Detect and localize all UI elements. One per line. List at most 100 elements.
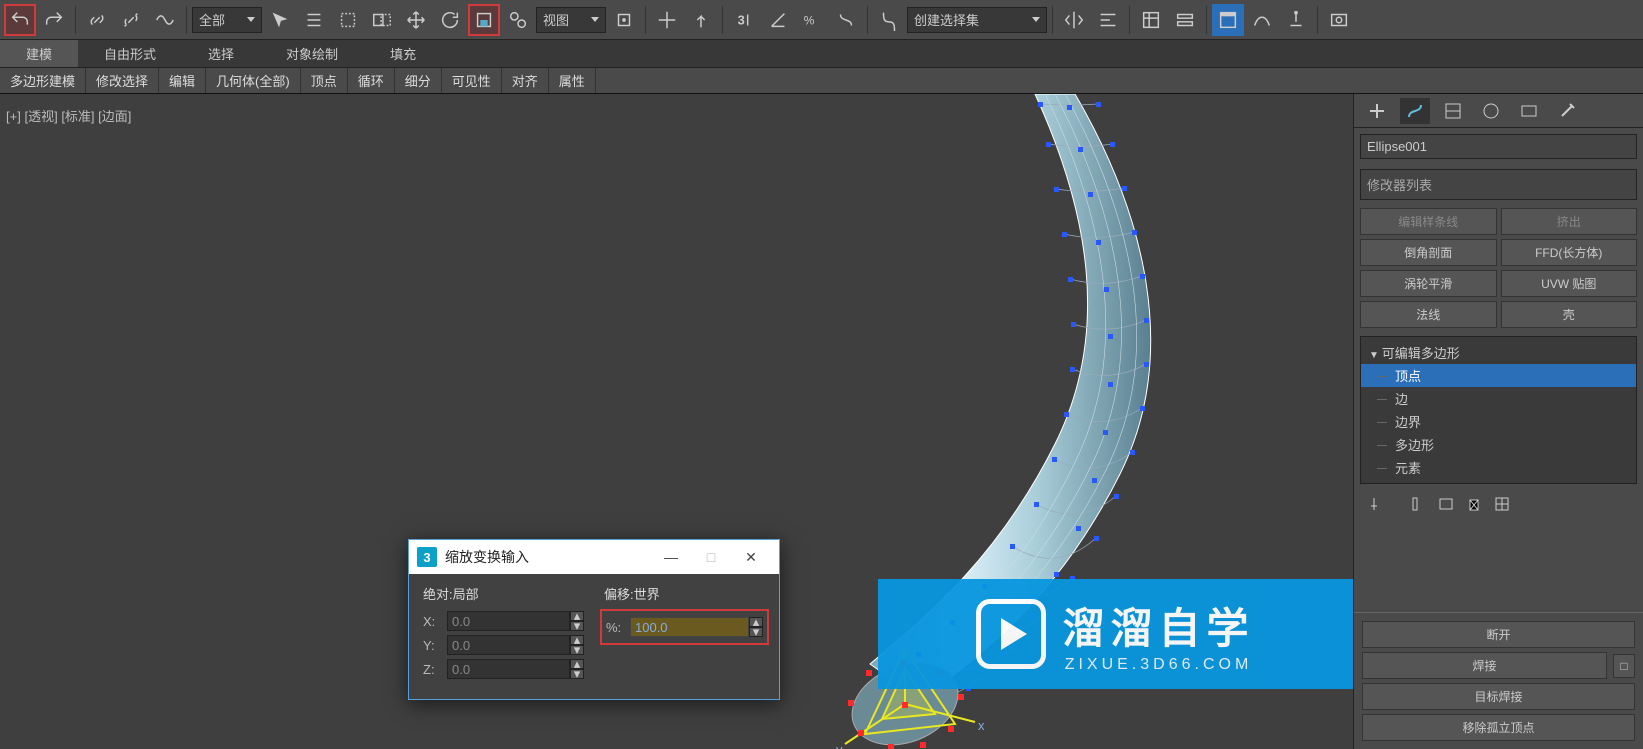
undo-button[interactable] [4,4,36,36]
percent-snap-icon[interactable]: % [796,4,828,36]
abs-z-value[interactable]: 0.0 [447,659,570,679]
rect-region-icon[interactable] [332,4,364,36]
modbtn-ffd-box[interactable]: FFD(长方体) [1501,239,1638,266]
stack-subobj-element[interactable]: 元素 [1361,456,1636,479]
object-name-field[interactable]: Ellipse001 [1360,134,1637,159]
mirror-icon[interactable] [1058,4,1090,36]
tab-motion-icon[interactable] [1476,98,1506,124]
angle-snap-icon[interactable] [762,4,794,36]
stack-toolbar [1354,488,1643,520]
make-unique-icon[interactable] [1436,494,1456,514]
weld-button[interactable]: 焊接 [1362,652,1607,679]
stack-subobj-polygon[interactable]: 多边形 [1361,433,1636,456]
bind-space-warp-icon[interactable] [149,4,181,36]
ribbon-sub-geomall[interactable]: 几何体(全部) [206,68,301,93]
ribbon-sub-polymodel[interactable]: 多边形建模 [0,68,86,93]
unlink-icon[interactable] [115,4,147,36]
command-panel: Ellipse001 修改器列表 编辑样条线 挤出 倒角剖面 FFD(长方体) … [1353,94,1643,749]
refcoord-dropdown[interactable]: 视图 [536,7,606,33]
tab-utilities-icon[interactable] [1552,98,1582,124]
select-object-icon[interactable] [264,4,296,36]
dialog-close-button[interactable]: ✕ [731,542,771,572]
axis-x-label: x [978,718,985,733]
keyboard-shortcut-icon[interactable] [685,4,717,36]
pivot-center-icon[interactable] [608,4,640,36]
ribbon-sub-loop[interactable]: 循环 [348,68,395,93]
stack-subobj-vertex[interactable]: 顶点 [1361,364,1636,387]
ribbon-tab-populate[interactable]: 填充 [364,40,442,67]
offset-percent-spinner[interactable]: %: 100.0 ▴▾ [606,617,763,637]
ribbon-sub-align[interactable]: 对齐 [502,68,549,93]
modbtn-bevel-profile[interactable]: 倒角剖面 [1360,239,1497,266]
placement-icon[interactable] [502,4,534,36]
modbtn-shell[interactable]: 壳 [1501,301,1638,328]
dialog-minimize-button[interactable]: — [651,542,691,572]
window-crossing-icon[interactable] [366,4,398,36]
abs-z-spinner[interactable]: Z:0.0▴▾ [423,659,584,679]
ribbon-sub-visibility[interactable]: 可见性 [442,68,502,93]
snap-toggle-icon[interactable]: 3 [728,4,760,36]
align-icon[interactable] [1092,4,1124,36]
abs-y-value[interactable]: 0.0 [447,635,570,655]
schematic-view-icon[interactable] [1246,4,1278,36]
modbtn-edit-spline[interactable]: 编辑样条线 [1360,208,1497,235]
link-icon[interactable] [81,4,113,36]
selset-dropdown[interactable]: 创建选择集 [907,7,1047,33]
layer-explorer-icon[interactable] [1135,4,1167,36]
target-weld-button[interactable]: 目标焊接 [1362,683,1635,710]
remove-modifier-icon[interactable] [1464,494,1484,514]
tab-display-icon[interactable] [1514,98,1544,124]
ribbon-tab-modeling[interactable]: 建模 [0,40,78,67]
show-end-result-icon[interactable] [1408,494,1428,514]
material-editor-icon[interactable] [1280,4,1312,36]
ribbon-tab-selection[interactable]: 选择 [182,40,260,67]
abs-y-spinner[interactable]: Y:0.0▴▾ [423,635,584,655]
curve-editor-icon[interactable] [1212,4,1244,36]
rotate-icon[interactable] [434,4,466,36]
ribbon-sub-subdiv[interactable]: 细分 [395,68,442,93]
stack-editable-poly[interactable]: 可编辑多边形 [1361,341,1636,364]
configure-sets-icon[interactable] [1492,494,1512,514]
ribbon-tab-freeform[interactable]: 自由形式 [78,40,182,67]
ribbon-sub-properties[interactable]: 属性 [549,68,596,93]
manipulate-icon[interactable] [651,4,683,36]
abs-y-down[interactable]: ▾ [570,645,584,655]
stack-subobj-edge[interactable]: 边 [1361,387,1636,410]
ribbon-tabs: 建模 自由形式 选择 对象绘制 填充 [0,40,1643,68]
modbtn-extrude[interactable]: 挤出 [1501,208,1638,235]
offset-percent-value[interactable]: 100.0 [630,617,749,637]
break-button[interactable]: 断开 [1362,621,1635,648]
named-selset-icon[interactable] [873,4,905,36]
abs-x-value[interactable]: 0.0 [447,611,570,631]
modifier-list-dropdown[interactable]: 修改器列表 [1360,169,1637,200]
viewport-perspective[interactable]: [+] [透视] [标准] [边面] [0,94,1353,749]
dialog-maximize-button[interactable]: □ [691,542,731,572]
modbtn-turbosmooth[interactable]: 涡轮平滑 [1360,270,1497,297]
render-setup-icon[interactable] [1323,4,1355,36]
dialog-titlebar[interactable]: 3 缩放变换输入 — □ ✕ [409,540,779,574]
tab-modify-icon[interactable] [1400,98,1430,124]
redo-button[interactable] [38,4,70,36]
select-by-name-icon[interactable] [298,4,330,36]
weld-settings-button[interactable]: □ [1613,654,1635,678]
scale-icon[interactable] [468,4,500,36]
remove-isolated-button[interactable]: 移除孤立顶点 [1362,714,1635,741]
toggle-ribbon-icon[interactable] [1169,4,1201,36]
ribbon-sub-modifysel[interactable]: 修改选择 [86,68,159,93]
tab-hierarchy-icon[interactable] [1438,98,1468,124]
move-icon[interactable] [400,4,432,36]
stack-subobj-border[interactable]: 边界 [1361,410,1636,433]
tab-create-icon[interactable] [1362,98,1392,124]
abs-x-spinner[interactable]: X:0.0▴▾ [423,611,584,631]
ribbon-sub-vertex[interactable]: 顶点 [301,68,348,93]
offset-pct-down[interactable]: ▾ [749,627,763,637]
modbtn-uvw-map[interactable]: UVW 贴图 [1501,270,1638,297]
ribbon-tab-objectpaint[interactable]: 对象绘制 [260,40,364,67]
modbtn-normal[interactable]: 法线 [1360,301,1497,328]
abs-z-down[interactable]: ▾ [570,669,584,679]
pin-stack-icon[interactable] [1364,494,1384,514]
ribbon-sub-edit[interactable]: 编辑 [159,68,206,93]
abs-x-down[interactable]: ▾ [570,621,584,631]
spinner-snap-icon[interactable] [830,4,862,36]
selection-filter-dropdown[interactable]: 全部 [192,7,262,33]
